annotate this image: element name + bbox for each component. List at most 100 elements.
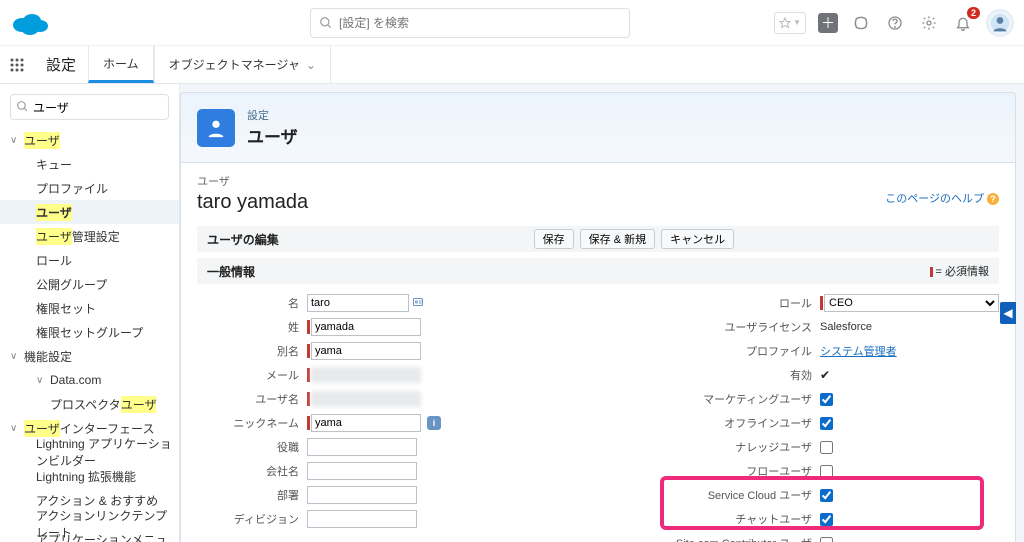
context-nav: 設定 ホーム オブジェクトマネージャ ⌄	[0, 46, 1024, 84]
sidebar-item[interactable]: ユーザ管理設定	[0, 224, 179, 248]
save-button[interactable]: 保存	[534, 229, 574, 249]
tab-object-manager-label: オブジェクトマネージャ	[169, 56, 300, 73]
sidebar-item[interactable]: 権限セット	[0, 296, 179, 320]
input-lastname[interactable]	[311, 318, 421, 336]
input-company[interactable]	[307, 462, 417, 480]
sidebar-item[interactable]: 権限セットグループ	[0, 320, 179, 344]
sidebar-item[interactable]: 公開グループ	[0, 272, 179, 296]
input-dept[interactable]	[307, 486, 417, 504]
link-profile[interactable]: システム管理者	[820, 343, 897, 359]
help-bubble-icon: ?	[987, 193, 999, 205]
sidebar-search-input[interactable]	[10, 94, 169, 120]
chevron-down-icon: ∨	[10, 351, 20, 362]
app-name: 設定	[34, 46, 88, 83]
label-offline: オフラインユーザ	[560, 415, 820, 431]
label-company: 会社名	[197, 463, 307, 479]
sidebar-item[interactable]: Lightning アプリケーションビルダー	[0, 440, 179, 464]
label-marketing: マーケティングユーザ	[560, 391, 820, 407]
sidebar-item[interactable]: ∨ユーザ	[0, 128, 179, 152]
label-knowledge: ナレッジユーザ	[560, 439, 820, 455]
label-license: ユーザライセンス	[560, 319, 820, 335]
user-avatar[interactable]	[986, 9, 1014, 37]
global-search-input[interactable]	[339, 16, 621, 30]
hero-crumb: 設定	[247, 107, 298, 123]
sidebar-item[interactable]: ユーザ	[0, 200, 179, 224]
chk-chat[interactable]	[820, 513, 833, 526]
input-nickname[interactable]	[311, 414, 421, 432]
content-area: 設定 ユーザ ユーザ taro yamada このページのヘルプ? ユーザの編集…	[180, 84, 1024, 542]
input-email-redacted	[311, 367, 421, 383]
cancel-button[interactable]: キャンセル	[661, 229, 734, 249]
header-utilities: ▼ ＋ 2	[774, 9, 1014, 37]
label-username: ユーザ名	[197, 391, 307, 407]
setup-tree: ∨ユーザキュープロファイルユーザユーザ管理設定ロール公開グループ権限セット権限セ…	[0, 84, 180, 542]
expand-sidebar-tab[interactable]: ◀	[1000, 302, 1016, 324]
label-servicecloud: Service Cloud ユーザ	[560, 487, 820, 503]
detail-panel: ユーザ taro yamada このページのヘルプ? ユーザの編集 保存 保存 …	[180, 163, 1016, 542]
save-new-button[interactable]: 保存 & 新規	[580, 229, 655, 249]
chk-knowledge[interactable]	[820, 441, 833, 454]
form-grid: 名 姓 別名 メール ユーザ名 ニックネームi 役職 会社名 部署 ディビジョン…	[197, 290, 999, 542]
sidebar-item[interactable]: ロール	[0, 248, 179, 272]
salesforce-help-icon[interactable]	[850, 12, 872, 34]
label-dept: 部署	[197, 487, 307, 503]
chk-servicecloud[interactable]	[820, 489, 833, 502]
sidebar-item[interactable]: ∨Data.com	[0, 368, 179, 392]
sidebar-item[interactable]: プロファイル	[0, 176, 179, 200]
lookup-icon[interactable]	[409, 296, 427, 311]
form-left-col: 名 姓 別名 メール ユーザ名 ニックネームi 役職 会社名 部署 ディビジョン	[197, 290, 560, 542]
info-icon[interactable]: i	[427, 416, 441, 430]
chevron-down-icon: ∨	[10, 423, 20, 434]
chk-offline[interactable]	[820, 417, 833, 430]
sidebar-item[interactable]: プロスペクタユーザ	[0, 392, 179, 416]
chk-marketing[interactable]	[820, 393, 833, 406]
notification-badge: 2	[967, 7, 980, 19]
label-email: メール	[197, 367, 307, 383]
label-chat: チャットユーザ	[560, 511, 820, 527]
label-active: 有効	[560, 367, 820, 383]
chk-flow[interactable]	[820, 465, 833, 478]
form-right-col: ロールCEO ユーザライセンスSalesforce プロファイルシステム管理者 …	[560, 290, 999, 542]
chevron-down-icon: ∨	[10, 135, 20, 146]
label-role: ロール	[560, 295, 820, 311]
global-header: ▼ ＋ 2	[0, 0, 1024, 46]
active-check-icon: ✔	[820, 368, 830, 382]
page-help-link[interactable]: このページのヘルプ?	[885, 190, 999, 206]
general-section-header: 一般情報 = 必須情報	[197, 258, 999, 284]
chevron-down-icon: ⌄	[306, 58, 316, 72]
chevron-down-icon: ∨	[36, 375, 46, 386]
input-title[interactable]	[307, 438, 417, 456]
sidebar-item[interactable]: アプリケーションメニュー	[0, 536, 179, 542]
label-title: 役職	[197, 439, 307, 455]
salesforce-logo	[10, 9, 50, 37]
label-nickname: ニックネーム	[197, 415, 307, 431]
sidebar-search	[10, 94, 169, 120]
global-search[interactable]	[310, 8, 630, 38]
favorites-button[interactable]: ▼	[774, 12, 806, 34]
sidebar-item[interactable]: ∨機能設定	[0, 344, 179, 368]
select-role[interactable]: CEO	[824, 294, 999, 312]
hero-title: ユーザ	[247, 123, 298, 148]
input-division[interactable]	[307, 510, 417, 528]
label-flow: フローユーザ	[560, 463, 820, 479]
app-launcher-icon[interactable]	[0, 46, 34, 83]
tab-object-manager[interactable]: オブジェクトマネージャ ⌄	[154, 46, 331, 83]
notifications-button[interactable]: 2	[952, 12, 974, 34]
input-firstname[interactable]	[307, 294, 409, 312]
sidebar-item[interactable]: キュー	[0, 152, 179, 176]
setup-gear-icon[interactable]	[918, 12, 940, 34]
record-crumb: ユーザ	[197, 173, 999, 189]
label-profile: プロファイル	[560, 343, 820, 359]
user-icon	[197, 109, 235, 147]
input-alias[interactable]	[311, 342, 421, 360]
label-firstname: 名	[197, 295, 307, 311]
global-add-button[interactable]: ＋	[818, 13, 838, 33]
value-license: Salesforce	[820, 321, 872, 333]
page-hero: 設定 ユーザ	[180, 92, 1016, 163]
record-title: taro yamada	[197, 191, 999, 214]
chk-sitecom-contrib[interactable]	[820, 537, 833, 542]
help-icon[interactable]	[884, 12, 906, 34]
edit-section-header: ユーザの編集 保存 保存 & 新規 キャンセル	[197, 226, 999, 252]
label-sitecom-contrib: Site.com Contributor ユーザ	[560, 535, 820, 542]
tab-home[interactable]: ホーム	[88, 46, 154, 83]
